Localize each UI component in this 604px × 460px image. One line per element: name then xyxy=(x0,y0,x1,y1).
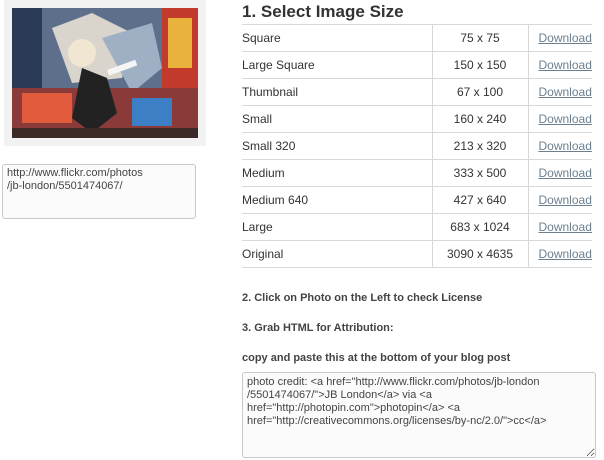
table-row: Original 3090 x 4635 Download xyxy=(242,240,592,268)
size-name: Thumbnail xyxy=(242,78,432,106)
size-dimensions: 683 x 1024 xyxy=(431,213,529,241)
size-dimensions: 333 x 500 xyxy=(431,159,529,187)
photo-thumbnail[interactable] xyxy=(12,8,198,138)
size-dimensions: 67 x 100 xyxy=(431,78,529,106)
size-name: Small 320 xyxy=(242,132,432,160)
size-name: Original xyxy=(242,240,432,268)
size-dimensions: 150 x 150 xyxy=(431,51,529,79)
size-dimensions: 160 x 240 xyxy=(431,105,529,133)
download-link-large[interactable]: Download xyxy=(539,220,592,234)
table-row: Small 320 213 x 320 Download xyxy=(242,132,592,160)
size-name: Medium xyxy=(242,159,432,187)
size-table: Square 75 x 75 Download Large Square 150… xyxy=(242,24,592,268)
table-row: Large 683 x 1024 Download xyxy=(242,213,592,241)
download-link-small-320[interactable]: Download xyxy=(539,139,592,153)
copy-instructions: copy and paste this at the bottom of you… xyxy=(242,352,511,364)
table-row: Medium 333 x 500 Download xyxy=(242,159,592,187)
photo-url-field[interactable]: http://www.flickr.com/photos /jb-london/… xyxy=(2,164,196,219)
size-name: Square xyxy=(242,24,432,52)
step-grab-html: 3. Grab HTML for Attribution: xyxy=(242,322,394,334)
size-name: Medium 640 xyxy=(242,186,432,214)
size-dimensions: 3090 x 4635 xyxy=(431,240,529,268)
size-name: Small xyxy=(242,105,432,133)
size-dimensions: 427 x 640 xyxy=(431,186,529,214)
download-link-large-square[interactable]: Download xyxy=(539,58,592,72)
download-link-small[interactable]: Download xyxy=(539,112,592,126)
size-dimensions: 75 x 75 xyxy=(431,24,529,52)
table-row: Small 160 x 240 Download xyxy=(242,105,592,133)
size-name: Large Square xyxy=(242,51,432,79)
download-link-thumbnail[interactable]: Download xyxy=(539,85,592,99)
table-row: Large Square 150 x 150 Download xyxy=(242,51,592,79)
download-link-original[interactable]: Download xyxy=(539,247,592,261)
table-row: Medium 640 427 x 640 Download xyxy=(242,186,592,214)
table-row: Square 75 x 75 Download xyxy=(242,24,592,52)
download-link-square[interactable]: Download xyxy=(539,31,592,45)
photo-thumbnail-frame xyxy=(4,0,206,146)
graffiti-photo-graphic xyxy=(12,8,198,138)
select-size-heading: 1. Select Image Size xyxy=(242,2,404,21)
size-dimensions: 213 x 320 xyxy=(431,132,529,160)
download-link-medium[interactable]: Download xyxy=(539,166,592,180)
step-check-license: 2. Click on Photo on the Left to check L… xyxy=(242,292,483,304)
size-name: Large xyxy=(242,213,432,241)
table-row: Thumbnail 67 x 100 Download xyxy=(242,78,592,106)
download-link-medium-640[interactable]: Download xyxy=(539,193,592,207)
attribution-html-field[interactable]: photo credit: <a href="http://www.flickr… xyxy=(242,372,596,458)
